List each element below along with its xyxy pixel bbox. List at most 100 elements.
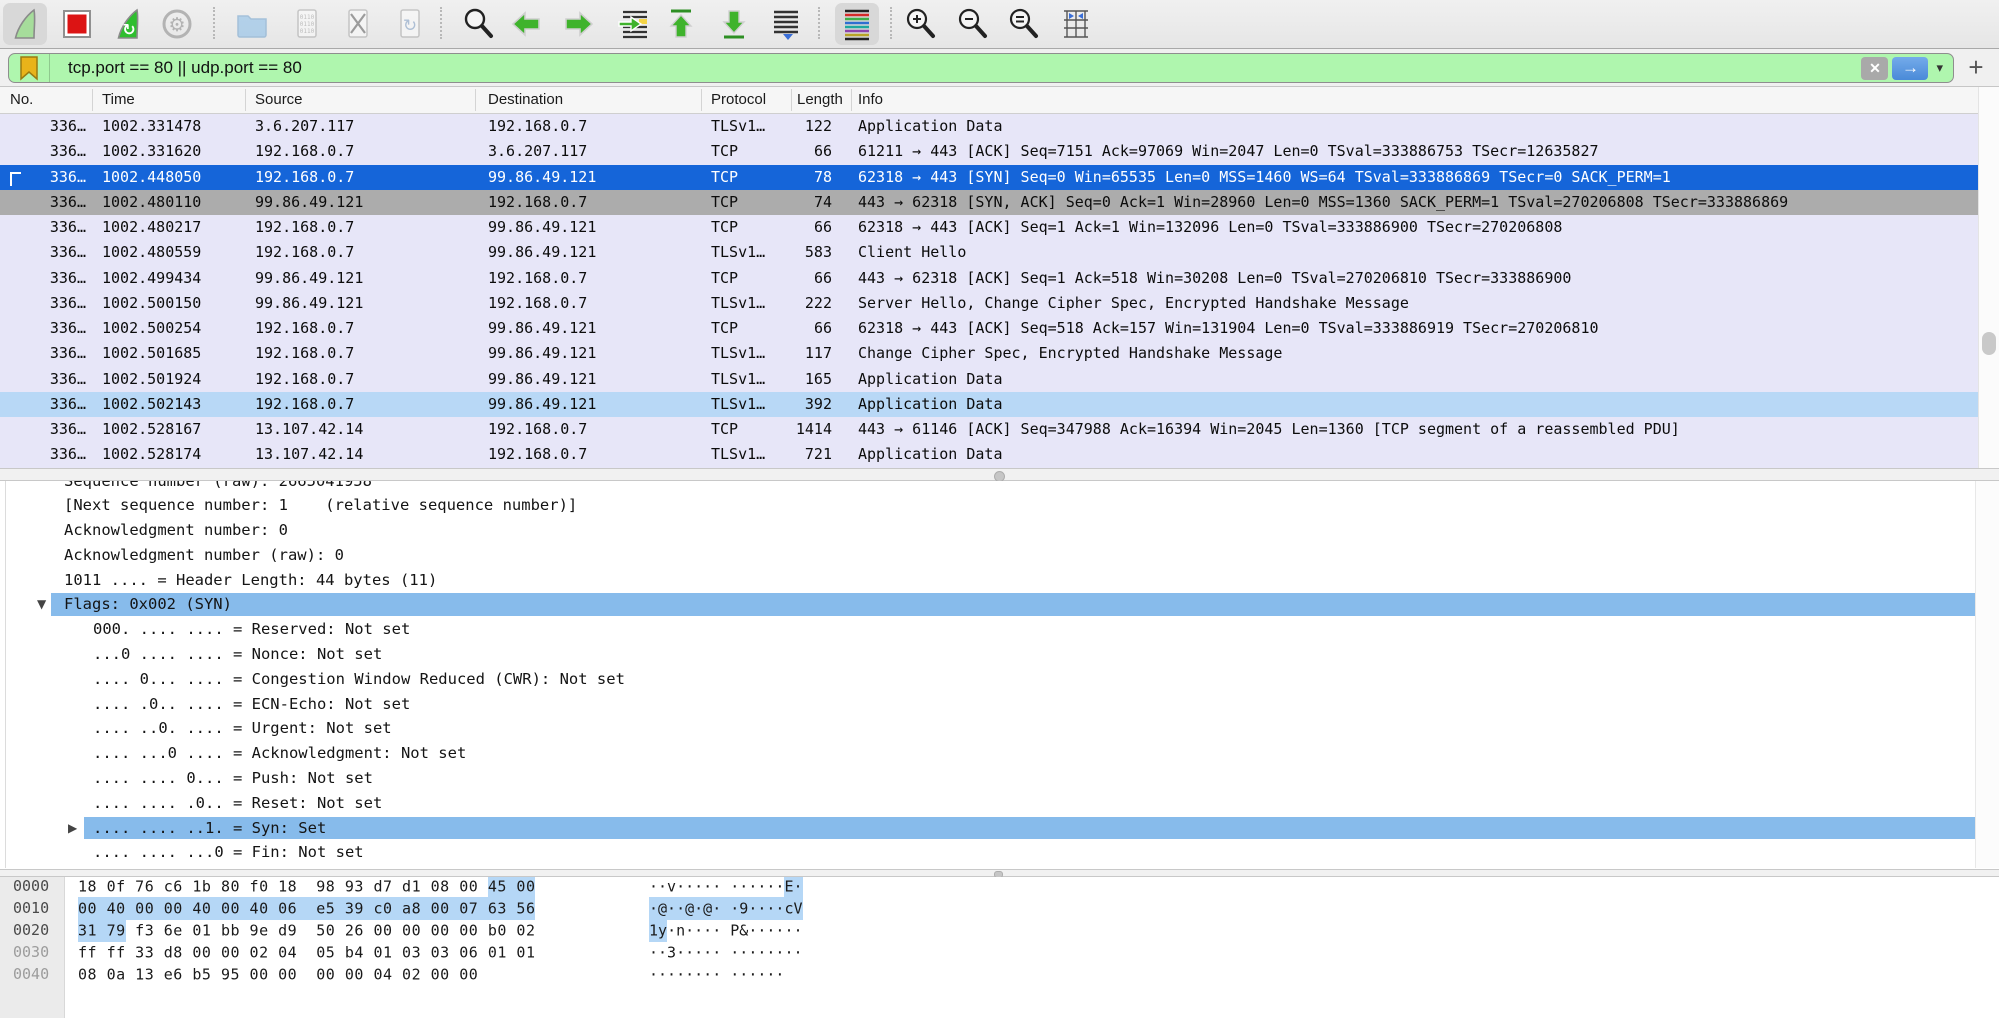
go-last-button[interactable] [712,3,756,45]
toolbar-separator [890,7,892,39]
table-row[interactable]: 336…1002.500254192.168.0.799.86.49.121TC… [0,316,1978,341]
hex-row[interactable]: 0040 08 0a 13 e6 b5 95 00 00 00 00 04 02… [0,963,1970,985]
table-row[interactable]: 336…1002.52816713.107.42.14192.168.0.7TC… [0,417,1978,442]
arrow-top-icon [663,6,699,42]
bookmark-icon [19,55,39,81]
highlighted-bytes: 31 79 [78,919,126,942]
go-forward-button[interactable] [557,3,601,45]
scrollbar-thumb[interactable] [1982,332,1996,355]
detail-line[interactable]: .... .... .0.. = Reset: Not set [0,791,1999,816]
table-row[interactable]: 336…1002.502143192.168.0.799.86.49.121TL… [0,392,1978,417]
table-row[interactable]: 336…1002.52817413.107.42.14192.168.0.7TL… [0,442,1978,467]
pane-splitter[interactable] [0,869,1999,877]
detail-line[interactable]: .... ...0 .... = Acknowledgment: Not set [0,741,1999,766]
toolbar-separator [440,7,442,39]
colorize-icon [839,6,875,42]
column-header-protocol[interactable]: Protocol [711,87,787,113]
detail-line[interactable]: Acknowledgment number (raw): 0 [0,543,1999,568]
highlighted-ascii: E· [784,877,802,898]
go-back-button[interactable] [504,3,548,45]
svg-text:0110: 0110 [300,14,315,21]
go-to-packet-button[interactable] [611,3,655,45]
column-header-no[interactable]: No. [10,87,88,113]
start-capture-button[interactable] [3,3,47,45]
resize-columns-button[interactable] [1054,3,1098,45]
toolbar-separator [818,7,820,39]
hex-row[interactable]: 0030 ff ff 33 d8 00 00 02 04 05 b4 01 03… [0,941,1970,963]
reload-file-button[interactable]: ↻ [388,3,432,45]
save-file-button[interactable]: 011001100110 [285,3,329,45]
selection-highlight [51,593,1975,616]
svg-text:0110: 0110 [300,28,315,35]
detail-line[interactable]: .... .... 0... = Push: Not set [0,766,1999,791]
filter-history-caret[interactable]: ▾ [1936,60,1943,76]
detail-line[interactable]: Acknowledgment number: 0 [0,518,1999,543]
stop-capture-button[interactable] [55,3,99,45]
filter-apply-button[interactable]: → [1892,57,1928,80]
column-divider [245,89,246,111]
capture-options-button[interactable]: ⚙ [155,3,199,45]
display-filter-input[interactable]: tcp.port == 80 || udp.port == 80 ✕ → ▾ [8,53,1954,83]
svg-text:0110: 0110 [300,21,315,28]
column-header-source[interactable]: Source [255,87,470,113]
table-row-selected[interactable]: 336…1002.448050192.168.0.799.86.49.121TC… [0,165,1978,190]
document-binary-icon: 011001100110 [289,6,325,42]
filter-bar: tcp.port == 80 || udp.port == 80 ✕ → ▾ + [0,49,1999,87]
packet-list-scrollbar[interactable] [1978,87,1999,468]
hex-row[interactable]: 0010 00 40 00 00 40 00 40 06 e5 39 c0 a8… [0,897,1970,919]
detail-line[interactable]: ...0 .... .... = Nonce: Not set [0,642,1999,667]
column-header-info[interactable]: Info [858,87,1258,113]
table-row[interactable]: 336…1002.501924192.168.0.799.86.49.121TL… [0,367,1978,392]
document-close-icon [340,6,376,42]
chevron-right-icon[interactable]: ▶ [68,816,77,841]
pane-splitter[interactable] [0,468,1999,481]
table-row[interactable]: 336…1002.501685192.168.0.799.86.49.121TL… [0,341,1978,366]
detail-line[interactable]: .... ..0. .... = Urgent: Not set [0,716,1999,741]
column-header-length[interactable]: Length [797,87,844,113]
detail-line[interactable]: .... .0.. .... = ECN-Echo: Not set [0,692,1999,717]
hex-row[interactable]: 0020 31 79 f3 6e 01 bb 9e d9 50 26 00 00… [0,919,1970,941]
arrow-bottom-icon [716,6,752,42]
detail-line[interactable]: .... 0... .... = Congestion Window Reduc… [0,667,1999,692]
filter-bookmark-button[interactable] [9,54,50,82]
svg-text:↻: ↻ [403,16,417,36]
auto-scroll-icon [768,6,804,42]
table-row[interactable]: 336…1002.48011099.86.49.121192.168.0.7TC… [0,190,1978,215]
table-row[interactable]: 336…1002.480559192.168.0.799.86.49.121TL… [0,240,1978,265]
filter-clear-button[interactable]: ✕ [1861,57,1888,80]
folder-icon [234,6,270,42]
hex-row[interactable]: 0000 18 0f 76 c6 1b 80 f0 18 98 93 d7 d1… [0,877,1970,897]
detail-line[interactable]: .... .... ...0 = Fin: Not set [0,840,1999,865]
find-packet-button[interactable] [457,3,501,45]
close-file-button[interactable] [336,3,380,45]
auto-scroll-button[interactable] [764,3,808,45]
filter-text[interactable]: tcp.port == 80 || udp.port == 80 [68,58,1861,78]
zoom-reset-button[interactable] [1002,3,1046,45]
detail-line[interactable]: Sequence number (raw): 2665041958 [0,481,1999,493]
table-row[interactable]: 336…1002.331620192.168.0.73.6.207.117TCP… [0,139,1978,164]
table-row[interactable]: 336…1002.50015099.86.49.121192.168.0.7TL… [0,291,1978,316]
column-header-time[interactable]: Time [102,87,242,113]
colorize-packets-button[interactable] [835,3,879,45]
details-scrollbar[interactable] [1975,481,1999,868]
detail-line[interactable]: 000. .... .... = Reserved: Not set [0,617,1999,642]
table-row[interactable]: 336…1002.49943499.86.49.121192.168.0.7TC… [0,266,1978,291]
highlighted-ascii: ·@··@·@· ·9····cV [649,897,803,920]
chevron-down-icon[interactable]: ▼ [37,592,46,617]
zoom-in-button[interactable] [899,3,943,45]
go-first-button[interactable] [659,3,703,45]
table-row[interactable]: 336…1002.480217192.168.0.799.86.49.121TC… [0,215,1978,240]
svg-text:⚙: ⚙ [168,14,185,36]
detail-line-syn-highlighted[interactable]: ▶.... .... ..1. = Syn: Set [0,816,1999,841]
arrow-left-icon [508,6,544,42]
detail-line[interactable]: 1011 .... = Header Length: 44 bytes (11) [0,568,1999,593]
zoom-in-icon [903,6,939,42]
column-header-destination[interactable]: Destination [488,87,696,113]
zoom-out-button[interactable] [951,3,995,45]
add-filter-button[interactable]: + [1961,51,1991,83]
open-file-button[interactable] [230,3,274,45]
detail-line[interactable]: [Next sequence number: 1 (relative seque… [0,493,1999,518]
detail-line-flags-highlighted[interactable]: ▼Flags: 0x002 (SYN) [0,592,1999,617]
table-row[interactable]: 336…1002.3314783.6.207.117192.168.0.7TLS… [0,114,1978,139]
restart-capture-button[interactable]: ↻ [106,3,150,45]
